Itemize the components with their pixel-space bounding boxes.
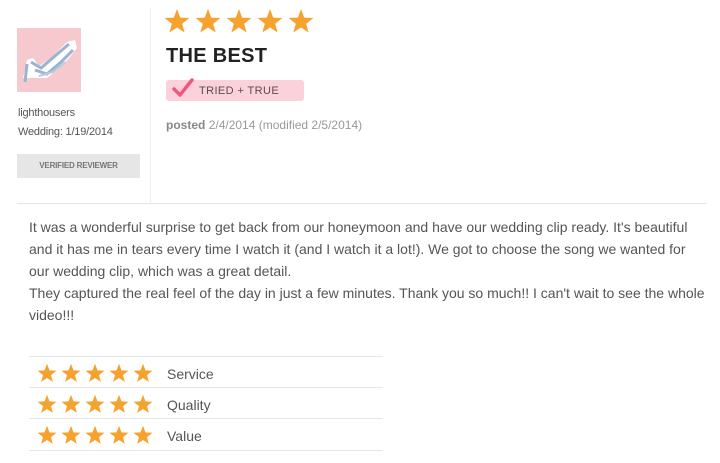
ratings-bottom-divider <box>29 450 383 451</box>
rating-row-service: Service <box>29 356 383 388</box>
star-icon <box>37 394 57 413</box>
star-icon <box>85 363 105 382</box>
star-icon <box>226 9 252 33</box>
value-rating-stars <box>37 425 153 445</box>
checkmark-icon <box>172 78 194 97</box>
star-icon <box>133 363 153 382</box>
posted-date: 2/4/2014 (modified 2/5/2014) <box>208 118 363 132</box>
reviewer-username[interactable]: lighthousers <box>18 107 75 119</box>
star-icon <box>195 9 221 33</box>
rating-label-value: Value <box>167 428 202 444</box>
star-icon <box>288 9 314 33</box>
rating-row-quality: Quality <box>29 387 383 419</box>
review-paragraph: They captured the real feel of the day i… <box>29 285 705 323</box>
star-icon <box>37 363 57 382</box>
review-paragraph: It was a wonderful surprise to get back … <box>29 219 688 279</box>
star-icon <box>85 394 105 413</box>
header-divider <box>17 203 707 204</box>
posted-label: posted <box>166 118 206 132</box>
review-title: THE BEST <box>166 45 268 67</box>
star-icon <box>133 394 153 413</box>
rating-label-service: Service <box>167 366 214 382</box>
star-icon <box>61 363 81 382</box>
reviewer-wedding-date: Wedding: 1/19/2014 <box>18 126 113 138</box>
rating-row-value: Value <box>29 418 383 450</box>
badge-label: TRIED + TRUE <box>199 85 280 97</box>
star-icon <box>61 394 81 413</box>
wedding-shoe-icon <box>17 28 81 92</box>
star-icon <box>109 363 129 382</box>
service-rating-stars <box>37 363 153 383</box>
quality-rating-stars <box>37 394 153 414</box>
reviewer-avatar[interactable] <box>17 28 81 92</box>
review-body: It was a wonderful surprise to get back … <box>29 216 709 326</box>
posted-info: posted 2/4/2014 (modified 2/5/2014) <box>166 118 362 132</box>
star-icon <box>133 425 153 444</box>
verified-reviewer-badge: VERIFIED REVIEWER <box>17 154 140 178</box>
star-icon <box>37 425 57 444</box>
star-icon <box>164 9 190 33</box>
star-icon <box>257 9 283 33</box>
star-icon <box>109 425 129 444</box>
star-icon <box>85 425 105 444</box>
rating-label-quality: Quality <box>167 397 211 413</box>
star-icon <box>109 394 129 413</box>
star-icon <box>61 425 81 444</box>
overall-rating-stars <box>164 8 314 36</box>
sidebar-divider <box>150 8 151 203</box>
tried-true-badge: TRIED + TRUE <box>166 78 304 101</box>
